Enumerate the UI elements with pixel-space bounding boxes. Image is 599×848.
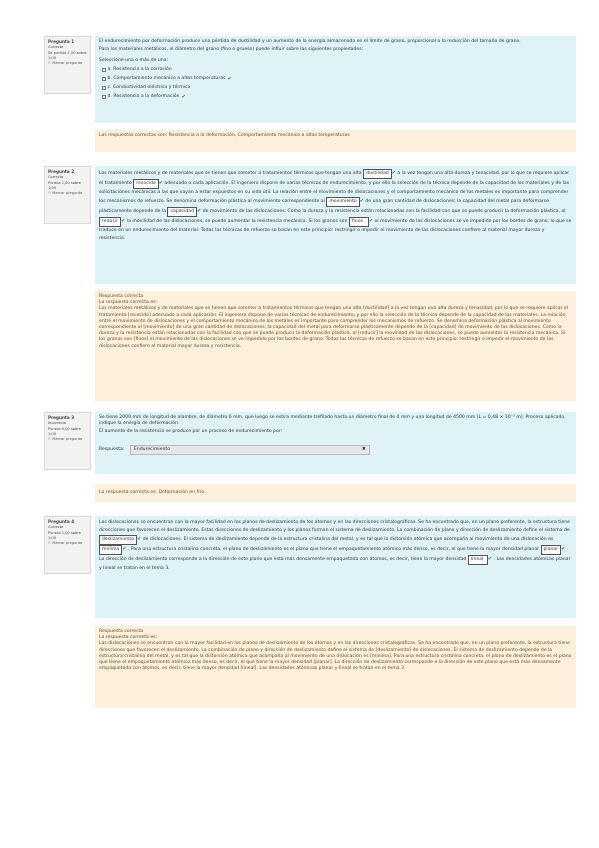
close-icon: ✖ xyxy=(362,446,366,452)
question-3: Pregunta 3 Incorrecta Puntúa 0,00 sobre … xyxy=(44,412,576,504)
question-paragraph: El endurecimiento por deformación produc… xyxy=(99,39,521,44)
gap-select[interactable]: finos xyxy=(348,217,369,228)
feedback-body: Los materiales metálicos y de materiales… xyxy=(99,306,569,349)
question-text: Los materiales metálicos y de materiales… xyxy=(99,171,362,176)
question-text: de movimiento de las dislocaciones. Como… xyxy=(202,209,566,215)
flag-question-link[interactable]: Marcar pregunta xyxy=(48,437,87,442)
question-grade: Puntúa 1,00 sobre 1,00 xyxy=(48,530,81,541)
question-content: Los materiales metálicos y de materiales… xyxy=(95,166,576,401)
check-icon: ✔ xyxy=(391,170,396,176)
answer-option[interactable]: c. Conductividad eléctrica y térmica xyxy=(102,85,572,91)
check-icon: ✔ xyxy=(561,546,566,553)
feedback-text: Las respuestas correctas son: Resistenci… xyxy=(99,133,350,138)
option-label: c. Conductividad eléctrica y térmica xyxy=(107,85,191,90)
question-text: de dislocaciones. El sistema de deslizam… xyxy=(142,537,554,543)
flag-question-link[interactable]: Marcar pregunta xyxy=(48,191,87,196)
checkbox[interactable] xyxy=(102,68,106,72)
flag-question-link[interactable]: Marcar pregunta xyxy=(48,541,87,546)
check-icon: ✔ xyxy=(122,546,127,553)
question-paragraph: El aumento de la resistencia se produce … xyxy=(99,429,283,435)
checkbox[interactable] xyxy=(102,95,106,99)
feedback-box: Respuesta correcta La respuesta correcta… xyxy=(95,626,576,708)
question-content: El endurecimiento por deformación produc… xyxy=(95,36,576,152)
check-icon: ✔ xyxy=(197,208,202,215)
question-content: Las dislocaciones se encuentran con la m… xyxy=(95,516,576,708)
option-label: b. Comportamiento mecánico a altas tempe… xyxy=(107,76,226,82)
question-text: la movilidad de las dislocaciones, se pu… xyxy=(126,219,348,225)
gap-select[interactable]: planar xyxy=(540,545,562,556)
check-icon: ✔ xyxy=(368,218,374,225)
feedback-text: La respuesta correcta es: Deformación en… xyxy=(99,490,205,495)
answer-option[interactable]: a. Resistencia a la corrosión xyxy=(102,67,572,73)
question-info: Pregunta 3 Incorrecta Puntúa 0,00 sobre … xyxy=(44,412,91,470)
check-icon: ✔ xyxy=(487,556,493,563)
check-icon: ✔ xyxy=(227,75,232,82)
question-text: . Para una estructura cristalina concret… xyxy=(127,547,540,553)
question-grade: Se puntúa 1,00 sobre 1,00 xyxy=(48,50,87,61)
answer-option[interactable]: d. Resistencia a la deformación ✔ xyxy=(102,94,572,101)
question-grade: Puntúa 1,00 sobre 1,00 xyxy=(48,180,81,191)
answer-label: Respuesta: xyxy=(99,446,125,452)
question-text-area: Los materiales metálicos y de materiales… xyxy=(95,166,576,284)
checkbox[interactable] xyxy=(102,86,106,90)
check-icon: ✔ xyxy=(121,218,126,225)
question-4: Pregunta 4 Correcta Puntúa 1,00 sobre 1,… xyxy=(44,516,576,716)
feedback-box: Las respuestas correctas son: Resistenci… xyxy=(95,130,576,152)
flag-question-link[interactable]: Marcar pregunta xyxy=(48,61,87,66)
question-content: Se tiene 2000 mm de longitud de alambre,… xyxy=(95,412,576,502)
gap-select[interactable]: capacidad xyxy=(167,207,198,218)
question-info: Pregunta 2 Correcta Puntúa 1,00 sobre 1,… xyxy=(44,166,91,224)
check-icon: ✔ xyxy=(359,198,364,205)
feedback-body: Las dislocaciones se encuentran con la m… xyxy=(99,641,572,672)
answer-prompt: Seleccione una o más de una: xyxy=(99,58,169,64)
question-grade: Puntúa 0,00 sobre 1,00 xyxy=(48,426,81,437)
question-paragraph: Se tiene 2000 mm de longitud de alambre,… xyxy=(99,415,566,427)
check-icon: ✔ xyxy=(181,93,186,100)
question-text-area: El endurecimiento por deformación produc… xyxy=(95,36,576,123)
question-text: Las dislocaciones se encuentran con la m… xyxy=(99,520,570,534)
gap-select[interactable]: deslizamiento xyxy=(99,535,138,546)
answer-input[interactable]: Endurecimiento ✖ xyxy=(129,444,370,455)
question-paragraph: Para los materiales metálicos, el diámet… xyxy=(99,47,364,53)
answer-option[interactable]: b. Comportamiento mecánico a altas tempe… xyxy=(102,76,572,83)
gap-select[interactable]: mínima xyxy=(99,545,123,556)
question-2: Pregunta 2 Correcta Puntúa 1,00 sobre 1,… xyxy=(44,166,576,406)
question-info: Pregunta 1 Correcta Se puntúa 1,00 sobre… xyxy=(44,36,91,94)
checkbox[interactable] xyxy=(102,77,106,81)
feedback-box: La respuesta correcta es: Deformación en… xyxy=(95,484,576,502)
question-text-area: Las dislocaciones se encuentran con la m… xyxy=(95,516,576,618)
gap-select[interactable]: reducir xyxy=(99,217,122,228)
feedback-box: Respuesta correcta La respuesta correcta… xyxy=(95,291,576,401)
answer-row: Respuesta: Endurecimiento ✖ xyxy=(99,444,572,455)
gap-select[interactable]: ductilidad xyxy=(363,169,392,180)
question-info: Pregunta 4 Correcta Puntúa 1,00 sobre 1,… xyxy=(44,516,91,574)
option-label: a. Resistencia a la corrosión xyxy=(107,67,172,73)
check-icon: ✔ xyxy=(158,180,163,187)
answer-value: Endurecimiento xyxy=(133,446,171,452)
gap-select[interactable]: lineal xyxy=(467,555,488,566)
check-icon: ✔ xyxy=(137,536,142,543)
option-label: d. Resistencia a la deformación xyxy=(107,93,180,99)
question-text-area: Se tiene 2000 mm de longitud de alambre,… xyxy=(95,412,576,474)
question-1: Pregunta 1 Correcta Se puntúa 1,00 sobre… xyxy=(44,36,576,154)
gap-select[interactable]: recocido xyxy=(133,179,159,190)
gap-select[interactable]: movimiento xyxy=(326,197,360,208)
